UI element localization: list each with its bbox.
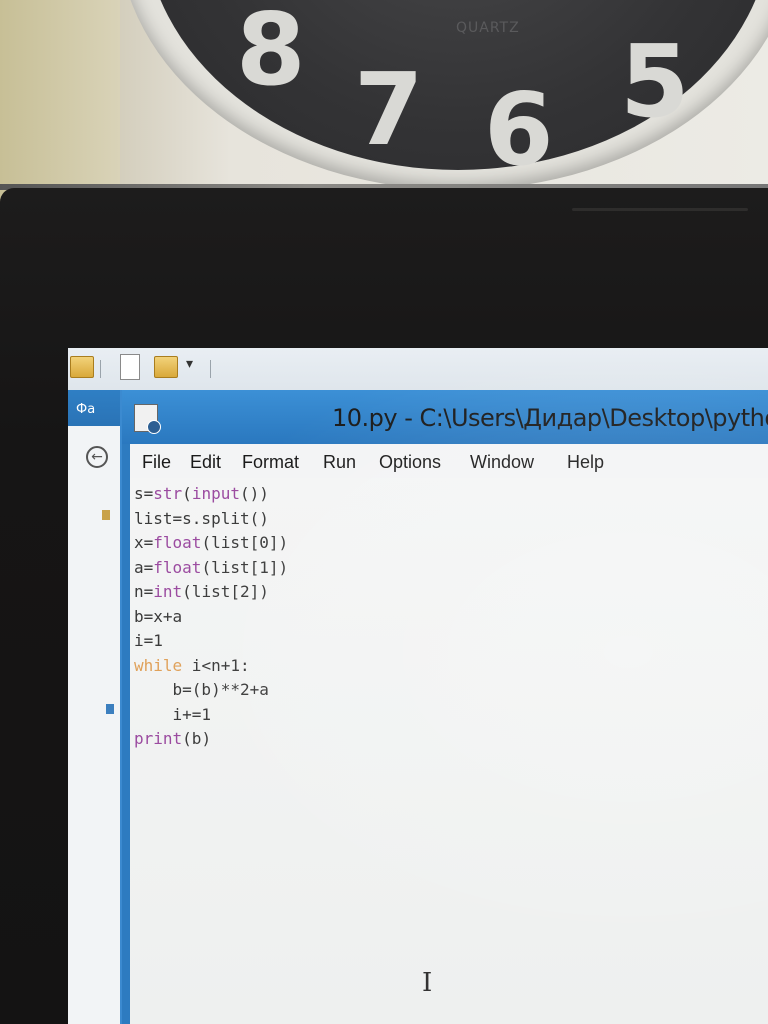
menu-window[interactable]: Window: [470, 452, 534, 473]
code-line-print[interactable]: print(b): [134, 727, 288, 752]
menu-edit[interactable]: Edit: [190, 452, 221, 473]
clock-numeral-5: 5: [620, 23, 690, 140]
back-arrow-icon[interactable]: ←: [86, 446, 108, 468]
clock-numeral-8: 8: [236, 0, 306, 108]
wall-shadow: [0, 0, 120, 210]
menu-format[interactable]: Format: [242, 452, 299, 473]
toolbar-separator: [210, 360, 211, 378]
text-cursor-icon: I: [422, 968, 433, 998]
code-line-while[interactable]: while i<n+1:: [134, 654, 288, 679]
menu-options[interactable]: Options: [379, 452, 441, 473]
menu-file[interactable]: File: [142, 452, 171, 473]
code-text[interactable]: s=str(input()) list=s.split() x=float(list…: [134, 482, 288, 752]
new-folder-icon[interactable]: [154, 356, 178, 378]
properties-icon[interactable]: [120, 354, 140, 380]
quick-access-toolbar: ▾: [68, 348, 768, 390]
favorites-star-icon[interactable]: [102, 510, 110, 520]
code-editor[interactable]: s=str(input()) list=s.split() x=float(list…: [130, 478, 768, 1024]
code-line[interactable]: a=float(list[1]): [134, 556, 288, 581]
code-line[interactable]: n=int(list[2]): [134, 580, 288, 605]
screen: ▾ Фа ← 10.py - C:\Users\Дидар\Desktop\py…: [68, 348, 768, 1024]
menu-help[interactable]: Help: [567, 452, 604, 473]
file-tab[interactable]: Фа: [76, 402, 95, 417]
clock-numeral-6: 6: [484, 71, 554, 188]
menu-bar: File Edit Format Run Options Window Help: [130, 444, 768, 479]
camera-slot: [572, 208, 748, 211]
code-line[interactable]: list=s.split(): [134, 507, 288, 532]
toolbar-separator: [100, 360, 101, 378]
code-line[interactable]: i+=1: [134, 703, 288, 728]
library-icon[interactable]: [106, 704, 114, 714]
folder-icon[interactable]: [70, 356, 94, 378]
window-title-bar[interactable]: 10.py - C:\Users\Дидар\Desktop\pytho: [122, 390, 768, 444]
code-line[interactable]: x=float(list[0]): [134, 531, 288, 556]
customize-dropdown-icon[interactable]: ▾: [186, 356, 193, 372]
code-line[interactable]: s=str(input()): [134, 482, 288, 507]
code-line[interactable]: b=x+a: [134, 605, 288, 630]
clock-brand: QUARTZ: [456, 20, 520, 36]
menu-run[interactable]: Run: [323, 452, 356, 473]
code-line[interactable]: i=1: [134, 629, 288, 654]
idle-file-icon[interactable]: [134, 404, 161, 434]
code-line[interactable]: b=(b)**2+a: [134, 678, 288, 703]
clock-numeral-7: 7: [354, 51, 424, 168]
window-title: 10.py - C:\Users\Дидар\Desktop\pytho: [332, 404, 768, 432]
idle-editor-window: 10.py - C:\Users\Дидар\Desktop\pytho Fil…: [120, 390, 768, 1024]
explorer-ribbon-tab-bar: Фа: [68, 390, 128, 426]
explorer-background: [68, 426, 128, 1024]
